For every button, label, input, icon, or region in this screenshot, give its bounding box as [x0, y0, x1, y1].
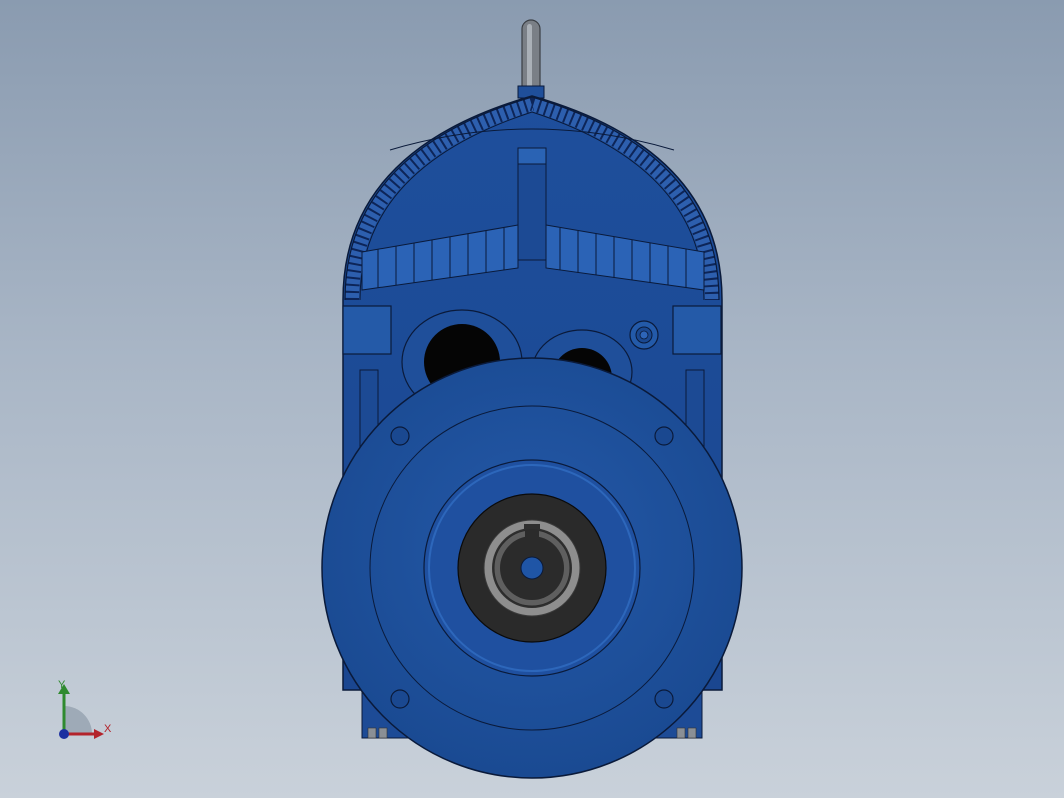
x-axis-label: X: [104, 723, 112, 735]
oil-plug: [629, 320, 659, 350]
graphics-viewport[interactable]: Y X: [0, 0, 1064, 798]
flange-bolt-hole: [654, 426, 674, 446]
coordinate-triad: Y X: [50, 678, 120, 748]
gear-reducer-model[interactable]: [0, 0, 1064, 798]
flange-bolt-hole: [390, 426, 410, 446]
z-axis-dot: [59, 729, 69, 739]
triad-plane-arc: [64, 706, 92, 734]
x-axis-arrow: [94, 729, 104, 739]
flange-bolt-hole: [390, 689, 410, 709]
lifting-eye-bolt: [517, 19, 545, 99]
flange-bolt-hole: [654, 689, 674, 709]
output-shaft: [457, 493, 607, 643]
shaft-center-bore: [520, 556, 544, 580]
y-axis-label: Y: [58, 679, 66, 691]
